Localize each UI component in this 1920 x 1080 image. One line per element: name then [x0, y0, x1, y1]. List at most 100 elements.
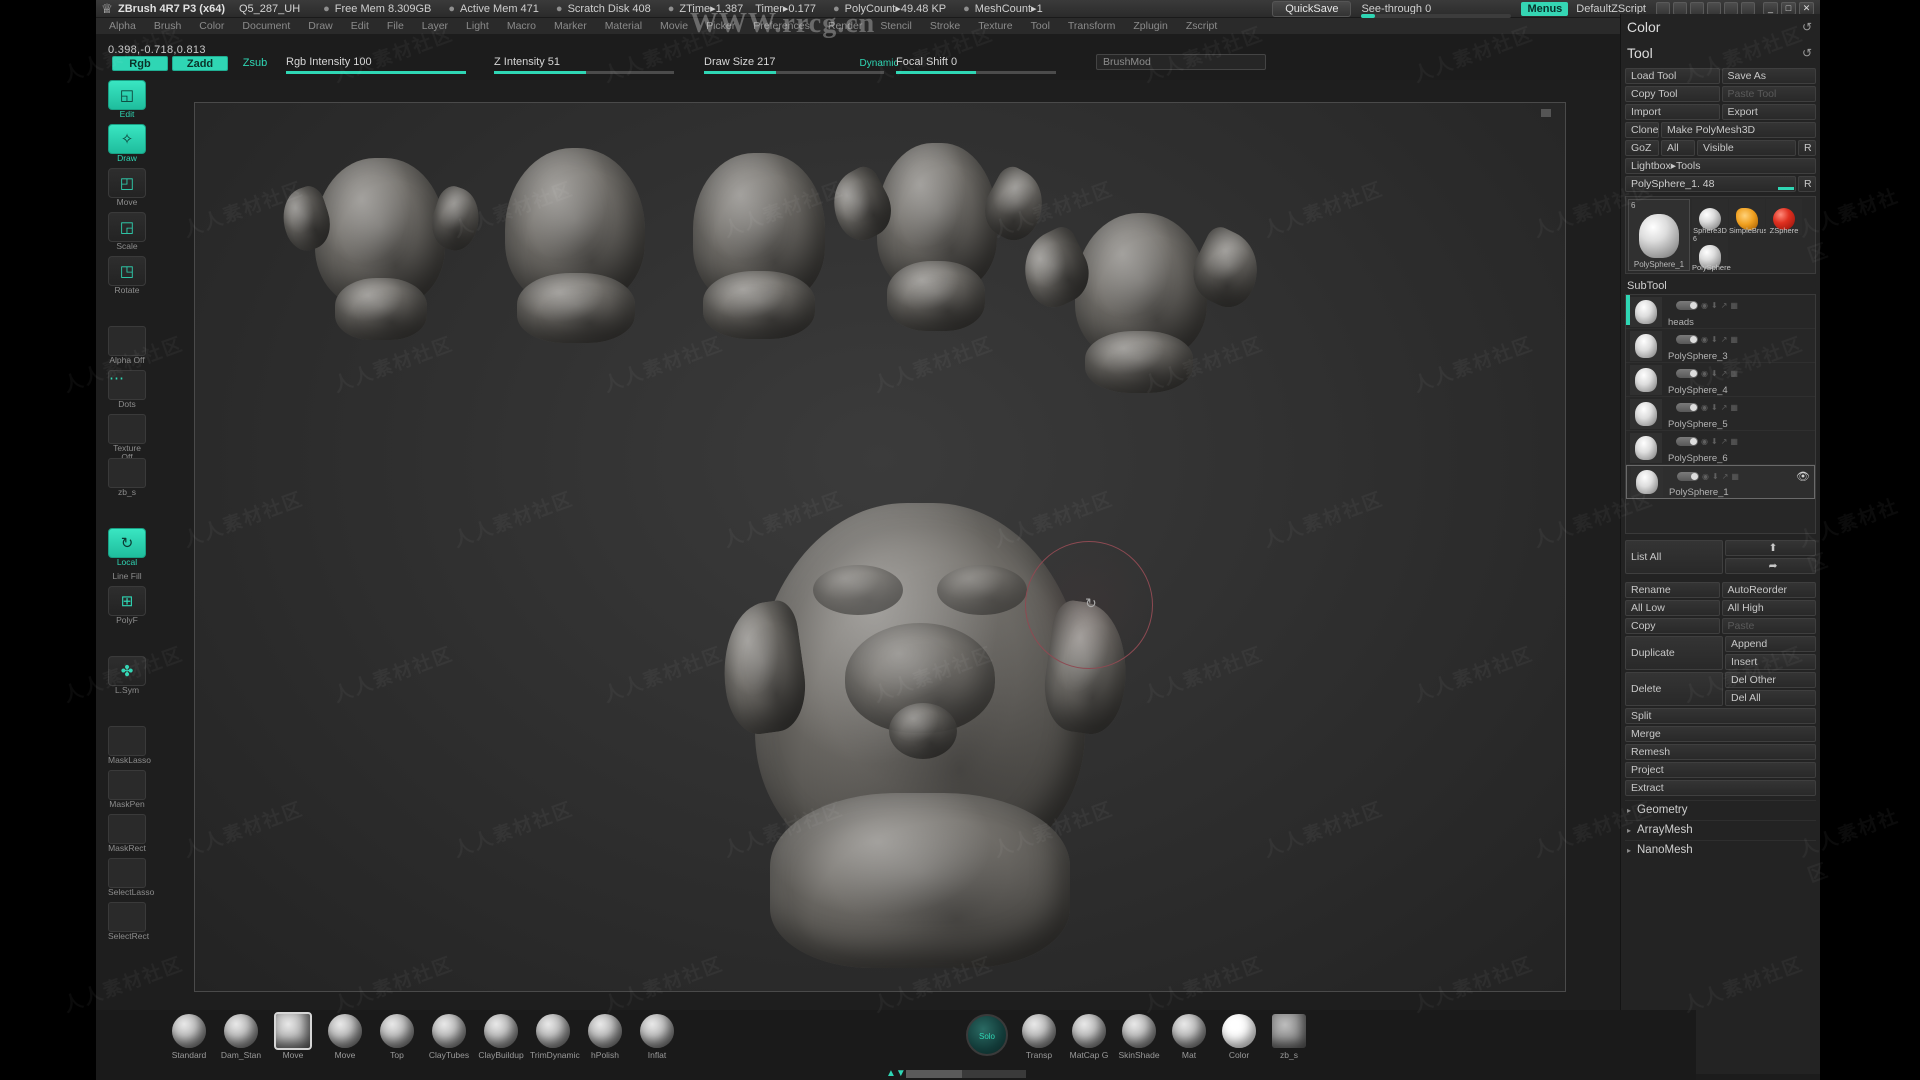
subtool-flag-icon-2[interactable]: ↗: [1722, 472, 1729, 481]
subtool-copy-button[interactable]: Copy: [1625, 618, 1720, 634]
tool-reset-icon[interactable]: ↺: [1802, 46, 1812, 60]
select-rect-icon[interactable]: [108, 902, 146, 932]
menu-item-marker[interactable]: Marker: [545, 20, 596, 32]
extract-button[interactable]: Extract: [1625, 780, 1816, 796]
menu-item-document[interactable]: Document: [233, 20, 299, 32]
menu-item-stencil[interactable]: Stencil: [871, 20, 921, 32]
remesh-button[interactable]: Remesh: [1625, 744, 1816, 760]
edit-icon[interactable]: ◱: [108, 80, 146, 110]
lsym-icon[interactable]: ✤: [108, 656, 146, 686]
brush-trimdynamic[interactable]: TrimDynamic: [530, 1014, 580, 1060]
menu-item-layer[interactable]: Layer: [413, 20, 457, 32]
bottom-extra-color[interactable]: Color: [1216, 1014, 1262, 1060]
brush-standard[interactable]: Standard: [166, 1014, 212, 1060]
left-tool-line-fill[interactable]: Line Fill: [108, 572, 146, 581]
brush-top[interactable]: Top: [374, 1014, 420, 1060]
menu-item-file[interactable]: File: [378, 20, 413, 32]
bottom-scrollbar[interactable]: [906, 1070, 1026, 1078]
lightbox-tools-button[interactable]: Lightbox▸Tools: [1625, 158, 1816, 174]
merge-button[interactable]: Merge: [1625, 726, 1816, 742]
insert-button[interactable]: Insert: [1725, 654, 1816, 670]
subtool-flag-icon-2[interactable]: ↗: [1721, 369, 1728, 378]
all-high-button[interactable]: All High: [1721, 600, 1816, 616]
menus-button[interactable]: Menus: [1521, 1, 1569, 16]
split-button[interactable]: Split: [1625, 708, 1816, 724]
subtool-move-fwd-button[interactable]: ➦: [1725, 558, 1816, 574]
menu-item-transform[interactable]: Transform: [1059, 20, 1124, 32]
subtool-flag-icon-3[interactable]: ▦: [1731, 472, 1739, 481]
subtool-flag-icon-3[interactable]: ▦: [1730, 369, 1738, 378]
all-low-button[interactable]: All Low: [1625, 600, 1720, 616]
material-swatch[interactable]: [108, 458, 146, 488]
draw-icon[interactable]: ✧: [108, 124, 146, 154]
left-tool-maskrect[interactable]: MaskRect: [108, 814, 146, 853]
subtool-thumbnail[interactable]: [1630, 296, 1662, 327]
menu-item-texture[interactable]: Texture: [969, 20, 1021, 32]
subtool-flag-icon-1[interactable]: ⬇: [1711, 301, 1718, 310]
subtool-visibility-toggle[interactable]: [1676, 437, 1698, 446]
menu-item-stroke[interactable]: Stroke: [921, 20, 969, 32]
subtool-visibility-toggle[interactable]: [1676, 301, 1698, 310]
subtool-thumbnail[interactable]: [1631, 467, 1663, 497]
left-tool-masklasso[interactable]: MaskLasso: [108, 726, 151, 765]
subtool-flag-icon-0[interactable]: ◉: [1701, 403, 1708, 412]
solo-button[interactable]: Solo: [966, 1014, 1008, 1056]
color-palette-header[interactable]: Color ↺: [1621, 14, 1820, 40]
subtool-list[interactable]: ◉ ⬇ ↗ ▦ heads ◉ ⬇ ↗ ▦ PolySphere_3 ◉ ⬇ ↗ ▦ PolySphere_…: [1625, 294, 1816, 534]
del-other-button[interactable]: Del Other: [1725, 672, 1816, 688]
bottom-extra-mat[interactable]: Mat: [1166, 1014, 1212, 1060]
bottom-extra-transp[interactable]: Transp: [1016, 1014, 1062, 1060]
subtool-flag-icon-1[interactable]: ⬇: [1711, 437, 1718, 446]
palette-section-geometry[interactable]: Geometry: [1625, 800, 1816, 820]
menu-item-draw[interactable]: Draw: [299, 20, 342, 32]
export-button[interactable]: Export: [1721, 104, 1816, 120]
menu-item-color[interactable]: Color: [190, 20, 233, 32]
subtool-thumbnail[interactable]: [1630, 398, 1662, 429]
canvas-handle[interactable]: [1541, 109, 1551, 117]
left-tool-alpha-off[interactable]: Alpha Off: [108, 326, 146, 365]
mask-rect-icon[interactable]: [108, 814, 146, 844]
mask-lasso-icon[interactable]: [108, 726, 146, 756]
menu-item-macro[interactable]: Macro: [498, 20, 545, 32]
rename-button[interactable]: Rename: [1625, 582, 1720, 598]
see-through-slider[interactable]: See-through 0: [1361, 3, 1512, 18]
make-polymesh3d-button[interactable]: Make PolyMesh3D: [1661, 122, 1816, 138]
brush-inflat[interactable]: Inflat: [634, 1014, 680, 1060]
zsub-toggle[interactable]: Zsub: [232, 56, 278, 71]
left-tool-draw[interactable]: ✧ Draw: [108, 124, 146, 163]
list-all-button[interactable]: List All: [1625, 540, 1723, 574]
menu-item-tool[interactable]: Tool: [1022, 20, 1059, 32]
palette-section-arraymesh[interactable]: ArrayMesh: [1625, 820, 1816, 840]
bottom-extra-zb-s[interactable]: zb_s: [1266, 1014, 1312, 1060]
tool-gallery-item-sphere3d[interactable]: Sphere3D: [1692, 199, 1728, 235]
subtool-row[interactable]: ◉ ⬇ ↗ ▦ PolySphere_3: [1626, 329, 1815, 363]
rgb-intensity-slider[interactable]: Rgb Intensity 100: [286, 56, 466, 74]
quicksave-button[interactable]: QuickSave: [1272, 0, 1352, 17]
subtool-move-up-button[interactable]: ⬆: [1725, 540, 1816, 556]
subtool-row[interactable]: ◉ ⬇ ↗ ▦ heads: [1626, 295, 1815, 329]
menu-item-material[interactable]: Material: [596, 20, 651, 32]
subtool-flag-icon-3[interactable]: ▦: [1730, 437, 1738, 446]
brush-hpolish[interactable]: hPolish: [582, 1014, 628, 1060]
left-tool-selectlasso[interactable]: SelectLasso: [108, 858, 154, 897]
duplicate-button[interactable]: Duplicate: [1625, 636, 1723, 670]
tool-gallery-item-zsphere[interactable]: ZSphere: [1766, 199, 1802, 235]
polyframe-icon[interactable]: ⊞: [108, 586, 146, 616]
subtool-visibility-toggle[interactable]: [1676, 369, 1698, 378]
subtool-row[interactable]: ◉ ⬇ ↗ ▦ PolySphere_4: [1626, 363, 1815, 397]
left-tool-dots[interactable]: ⋯ Dots: [108, 370, 146, 409]
brush-move[interactable]: Move: [270, 1012, 316, 1060]
tool-palette-header[interactable]: Tool ↺: [1621, 40, 1820, 66]
alpha-swatch[interactable]: [108, 326, 146, 356]
left-tool-polyf[interactable]: ⊞ PolyF: [108, 586, 146, 625]
subtool-visibility-toggle[interactable]: [1676, 335, 1698, 344]
subtool-flag-icon-0[interactable]: ◉: [1701, 369, 1708, 378]
palette-section-nanomesh[interactable]: NanoMesh: [1625, 840, 1816, 860]
left-tool-selectrect[interactable]: SelectRect: [108, 902, 149, 941]
subtool-flag-icon-2[interactable]: ↗: [1721, 437, 1728, 446]
subtool-flag-icon-3[interactable]: ▦: [1730, 403, 1738, 412]
subtool-row[interactable]: ◉ ⬇ ↗ ▦ PolySphere_5: [1626, 397, 1815, 431]
subtool-thumbnail[interactable]: [1630, 330, 1662, 361]
menu-item-edit[interactable]: Edit: [342, 20, 378, 32]
autoreorder-button[interactable]: AutoReorder: [1721, 582, 1816, 598]
